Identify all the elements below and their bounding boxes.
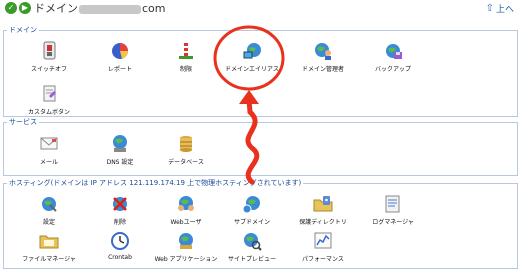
custom-button-button[interactable]: カスタムボタン: [14, 83, 84, 116]
dns-settings-label: DNS 設定: [106, 159, 134, 166]
domain-alias-icon: [243, 43, 261, 59]
section-title-domain: ドメイン: [7, 25, 39, 35]
delete-icon: [113, 197, 127, 211]
custom-button-icon: [43, 85, 56, 102]
title-bar: ✓ ▶ ドメイン com ⇧ 上へ: [0, 0, 520, 18]
green-check-icon: ✓: [5, 2, 17, 14]
subdomain-label: サブドメイン: [233, 219, 270, 226]
up-arrow-icon: ⇧: [485, 3, 494, 14]
site-preview-button[interactable]: サイトプレビュー: [217, 230, 287, 263]
section-title-services: サービス: [7, 117, 39, 127]
protected-directory-label: 保護ディレクトリ: [299, 219, 347, 226]
backup-icon: [386, 44, 402, 59]
performance-icon: [314, 232, 332, 249]
dns-settings-button[interactable]: DNS 設定: [85, 133, 155, 166]
section-domain: ドメイン スイッチオフ レポート 制限 ドメインエイリアス ドメイン管理者 バッ…: [3, 25, 518, 117]
blurred-domain-name: [79, 4, 141, 14]
subdomain-button[interactable]: サブドメイン: [217, 193, 287, 226]
database-button[interactable]: データベース: [151, 133, 221, 166]
limit-icon: [179, 43, 193, 59]
crontab-button[interactable]: Crontab: [85, 230, 155, 261]
database-icon: [180, 136, 192, 152]
web-application-button[interactable]: Web アプリケーション: [151, 230, 221, 263]
crontab-label: Crontab: [108, 254, 132, 261]
report-icon: [112, 43, 128, 59]
settings-button[interactable]: 設定: [14, 193, 84, 226]
web-users-button[interactable]: Webユーザ: [151, 193, 221, 226]
backup-button[interactable]: バックアップ: [358, 40, 428, 73]
green-arrow-icon: ▶: [19, 2, 31, 14]
delete-button[interactable]: 削除: [85, 193, 155, 226]
report-button[interactable]: レポート: [85, 40, 155, 73]
file-manager-label: ファイルマネージャ: [22, 256, 76, 263]
section-hosting: ホスティング(ドメインは IP アドレス 121.119.174.19 上で物理…: [3, 178, 518, 269]
domain-admin-icon: [315, 43, 331, 60]
domain-admin-button[interactable]: ドメイン管理者: [288, 40, 358, 73]
limit-button[interactable]: 制限: [151, 40, 221, 73]
file-manager-button[interactable]: ファイルマネージャ: [14, 230, 84, 263]
mail-button[interactable]: メール: [14, 133, 84, 166]
web-users-icon: [178, 196, 194, 211]
settings-label: 設定: [42, 219, 55, 226]
dns-icon: [113, 135, 127, 152]
protected-directory-button[interactable]: 保護ディレクトリ: [288, 193, 358, 226]
domain-alias-button[interactable]: ドメインエイリアス: [217, 40, 287, 73]
page-title: ドメイン com: [34, 0, 166, 16]
section-services: サービス メール DNS 設定 データベース: [3, 117, 518, 176]
log-manager-label: ログマネージャ: [372, 219, 414, 226]
delete-label: 削除: [113, 219, 126, 226]
site-preview-icon: [244, 233, 262, 251]
report-label: レポート: [107, 66, 132, 73]
performance-label: パフォーマンス: [302, 256, 344, 263]
web-application-icon: [179, 233, 193, 249]
domain-alias-label: ドメインエイリアス: [224, 66, 279, 73]
settings-icon: [42, 197, 57, 212]
database-label: データベース: [168, 159, 204, 166]
title-icons: ✓ ▶: [5, 2, 31, 14]
log-manager-button[interactable]: ログマネージャ: [358, 193, 428, 226]
mail-icon: [40, 137, 58, 150]
section-title-hosting: ホスティング(ドメインは IP アドレス 121.119.174.19 上で物理…: [7, 178, 304, 188]
switch-off-button[interactable]: スイッチオフ: [14, 40, 84, 73]
switch-off-icon: [43, 41, 56, 60]
performance-button[interactable]: パフォーマンス: [288, 230, 358, 263]
log-manager-icon: [385, 195, 400, 213]
web-users-label: Webユーザ: [170, 219, 202, 226]
mail-label: メール: [39, 159, 58, 166]
file-manager-icon: [39, 235, 59, 249]
site-preview-label: サイトプレビュー: [227, 256, 276, 263]
domain-admin-label: ドメイン管理者: [301, 66, 344, 73]
page-title-prefix: ドメイン: [34, 2, 78, 15]
up-link[interactable]: ⇧ 上へ: [486, 2, 514, 15]
backup-label: バックアップ: [374, 66, 411, 73]
page-title-suffix: com: [142, 2, 166, 15]
protected-directory-icon: [313, 196, 333, 212]
up-link-label: 上へ: [495, 5, 514, 15]
switch-off-label: スイッチオフ: [30, 66, 67, 73]
subdomain-icon: [242, 196, 260, 214]
crontab-icon: [111, 232, 129, 250]
limit-label: 制限: [179, 66, 192, 73]
web-application-label: Web アプリケーション: [154, 256, 218, 263]
custom-button-label: カスタムボタン: [27, 109, 70, 116]
